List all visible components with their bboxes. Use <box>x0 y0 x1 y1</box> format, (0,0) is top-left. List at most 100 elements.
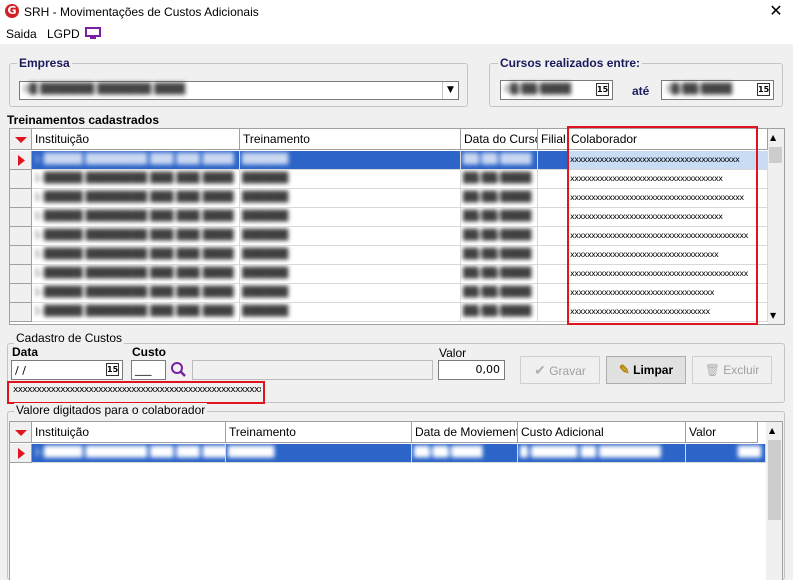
cell-text: ██/██/████ <box>463 154 532 165</box>
row-indicator[interactable] <box>10 151 32 170</box>
cell-text: ██/██/████ <box>463 230 532 241</box>
cell-text: 1-█████ ████████ ███ ███ ████ <box>34 268 234 279</box>
valores-grid[interactable]: Instituição Treinamento Data de Moviemen… <box>9 421 783 580</box>
table-cell: ██/██/████ <box>461 208 538 227</box>
row-pointer-icon <box>18 155 25 166</box>
table-cell: ██/██/████ <box>461 189 538 208</box>
cell-text: ██████ <box>242 154 289 165</box>
col-valor[interactable]: Valor <box>686 422 758 443</box>
row-indicator[interactable] <box>10 170 32 189</box>
data-field[interactable]: / / 15 <box>11 360 123 380</box>
col-treinamento[interactable]: Treinamento <box>226 422 412 443</box>
monitor-icon[interactable] <box>85 27 101 40</box>
data-value: / / <box>15 364 26 377</box>
title-bar: G SRH - Movimentações de Custos Adiciona… <box>0 0 793 24</box>
menu-item-saida[interactable]: Saida <box>6 27 37 41</box>
cell-text: ██/██/████ <box>463 192 532 203</box>
end-date-field[interactable]: 3█/██/████ 15 <box>661 80 774 100</box>
table-cell <box>538 189 568 208</box>
row-indicator[interactable] <box>10 246 32 265</box>
table-cell: ██████ <box>240 189 461 208</box>
row-indicator[interactable] <box>10 227 32 246</box>
valor-label: Valor <box>439 346 467 360</box>
table-row[interactable]: 1-█████ ████████ ███ ███ ████ ██████ ██/██… <box>10 444 766 463</box>
row-indicator[interactable] <box>10 444 32 463</box>
cell-text: ██████ <box>242 306 289 317</box>
cell-text: ██████ <box>242 268 289 279</box>
highlight-box-colaborador <box>567 126 758 325</box>
calendar-icon[interactable]: 15 <box>106 363 119 376</box>
cell-text: ███ <box>737 447 761 458</box>
cell-text: 1-█████ ████████ ███ ███ ████ <box>34 287 234 298</box>
chevron-up-icon[interactable]: ▲ <box>770 133 776 142</box>
row-indicator[interactable] <box>10 189 32 208</box>
table-cell: ██████ <box>240 265 461 284</box>
table-cell: ██/██/████ <box>461 246 538 265</box>
cell-text: 1-█████ ████████ ███ ███ ████ <box>34 154 234 165</box>
calendar-icon[interactable]: 15 <box>596 83 609 96</box>
scroll-thumb[interactable] <box>768 440 781 520</box>
window-title: SRH - Movimentações de Custos Adicionais <box>24 5 259 19</box>
data-label: Data <box>12 345 39 359</box>
broom-icon: ✎ <box>618 362 630 377</box>
row-indicator[interactable] <box>10 208 32 227</box>
cell-text: ██/██/████ <box>463 249 532 260</box>
limpar-button[interactable]: ✎ Limpar <box>606 356 686 384</box>
custo-value: ___ <box>135 363 152 376</box>
vertical-scrollbar[interactable]: ▲ ▼ <box>768 129 784 324</box>
menu-bar: Saida LGPD <box>0 24 793 44</box>
col-data-movimento[interactable]: Data de Moviemento <box>412 422 518 443</box>
table-cell <box>538 265 568 284</box>
cell-text: 1-█████ ████████ ███ ███ ████ <box>34 192 234 203</box>
menu-item-lgpd[interactable]: LGPD <box>47 27 80 41</box>
close-button[interactable]: ✕ <box>766 1 786 21</box>
table-cell <box>538 170 568 189</box>
cell-text: ██████ <box>242 230 289 241</box>
cell-text: 1-█████ ████████ ███ ███ ████ <box>34 211 234 222</box>
cell-text: ██/██/████ <box>463 306 532 317</box>
table-cell: 1-█████ ████████ ███ ███ ████ <box>32 246 240 265</box>
cell-text: 1-█████ ████████ ███ ███ ████ <box>34 173 234 184</box>
app-logo-icon: G <box>5 4 19 18</box>
col-custo-adicional[interactable]: Custo Adicional <box>518 422 686 443</box>
start-date-field[interactable]: 0█/██/████ 15 <box>500 80 613 100</box>
col-instituicao[interactable]: Instituição <box>32 129 240 150</box>
row-indicator[interactable] <box>10 303 32 322</box>
table-cell <box>538 208 568 227</box>
cell-text: 1-█████ ████████ ███ ███ ████ <box>34 306 234 317</box>
table-cell: ██/██/████ <box>461 284 538 303</box>
cell-text: ██/██/████ <box>463 287 532 298</box>
table-cell <box>538 151 568 170</box>
row-indicator[interactable] <box>10 284 32 303</box>
custo-field[interactable]: ___ <box>131 360 166 380</box>
gravar-button[interactable]: ✔ Gravar <box>520 356 600 384</box>
vertical-scrollbar[interactable]: ▲ <box>766 422 782 580</box>
chevron-down-icon[interactable]: ▼ <box>770 311 776 320</box>
table-cell: ██████ <box>240 208 461 227</box>
table-cell: ██/██/████ <box>461 303 538 322</box>
excluir-button[interactable]: 🗑 Excluir <box>692 356 772 384</box>
scroll-thumb[interactable] <box>769 147 782 163</box>
valor-input[interactable]: 0,00 <box>438 360 505 380</box>
cell-text: ██████ <box>242 211 289 222</box>
table-cell <box>538 303 568 322</box>
col-data-curso[interactable]: Data do Curso <box>461 129 538 150</box>
col-filial[interactable]: Filial <box>538 129 568 150</box>
selected-colaborador-text: xxxxxxxxxxxxxxxxxxxxxxxxxxxxxxxxxxxxxxxx… <box>13 385 261 395</box>
table-cell: ██████ <box>226 444 412 463</box>
row-indicator[interactable] <box>10 265 32 284</box>
table-cell: ██/██/████ <box>461 265 538 284</box>
col-instituicao[interactable]: Instituição <box>32 422 226 443</box>
search-icon[interactable] <box>169 361 189 379</box>
empresa-select[interactable]: 0█ ███████ ███████ ████ ▼ <box>19 81 459 100</box>
table-cell: 1-█████ ████████ ███ ███ ████ <box>32 170 240 189</box>
calendar-icon[interactable]: 15 <box>757 83 770 96</box>
col-treinamento[interactable]: Treinamento <box>240 129 461 150</box>
cell-text: ██████ <box>228 447 275 458</box>
limpar-label: Limpar <box>633 363 674 377</box>
table-cell: ██████ <box>240 151 461 170</box>
chevron-up-icon[interactable]: ▲ <box>769 426 775 435</box>
table-cell: ██/██/████ <box>461 170 538 189</box>
start-date-value: 0█/██/████ <box>504 84 571 95</box>
chevron-down-icon[interactable]: ▼ <box>442 82 458 99</box>
